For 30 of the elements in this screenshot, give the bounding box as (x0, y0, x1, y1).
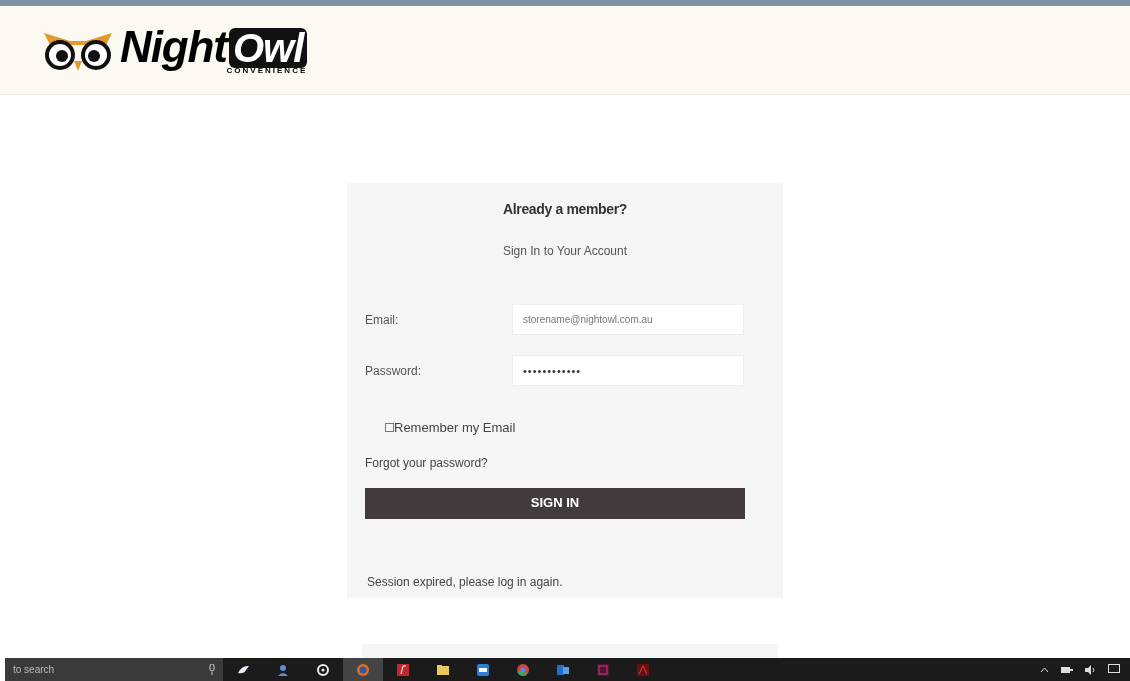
app-icon (596, 662, 610, 677)
forgot-password-link[interactable]: Forgot your password? (365, 455, 488, 470)
microphone-icon (209, 664, 215, 675)
speaker-icon[interactable] (1085, 664, 1096, 675)
login-heading: Already a member? (503, 200, 627, 219)
logo-wordmark: Night (120, 25, 227, 69)
mail-icon (556, 662, 570, 677)
search-placeholder: to search (13, 663, 55, 677)
password-field[interactable]: •••••••••••• (512, 355, 744, 386)
browser-icon (356, 662, 370, 677)
logo-tagline: CONVENIENCE (226, 67, 308, 75)
pdf-icon (636, 662, 650, 677)
field-label: Email: (365, 311, 400, 329)
folder-icon (436, 662, 450, 677)
login-subheading: Sign In to Your Account (502, 243, 628, 260)
notification-icon[interactable] (1108, 664, 1120, 675)
remember-label: Remember my Email (394, 419, 516, 437)
remember-checkbox[interactable] (385, 423, 394, 433)
chevron-up-icon[interactable] (1040, 666, 1049, 673)
taskbar-search-field[interactable]: to search (5, 658, 223, 681)
gear-icon (316, 662, 330, 677)
field-label: Password: (365, 362, 423, 380)
logo-wordmark: Owl (228, 28, 308, 68)
remote-desktop-icon (476, 662, 490, 677)
email-field[interactable]: storename@nightowl.com.au (512, 304, 744, 335)
browser-icon (516, 662, 530, 677)
app-icon (396, 662, 410, 677)
session-message: Session expired, please log in again. (367, 574, 563, 589)
sign-in-button[interactable]: SIGN IN (365, 487, 745, 519)
person-icon (276, 662, 290, 677)
